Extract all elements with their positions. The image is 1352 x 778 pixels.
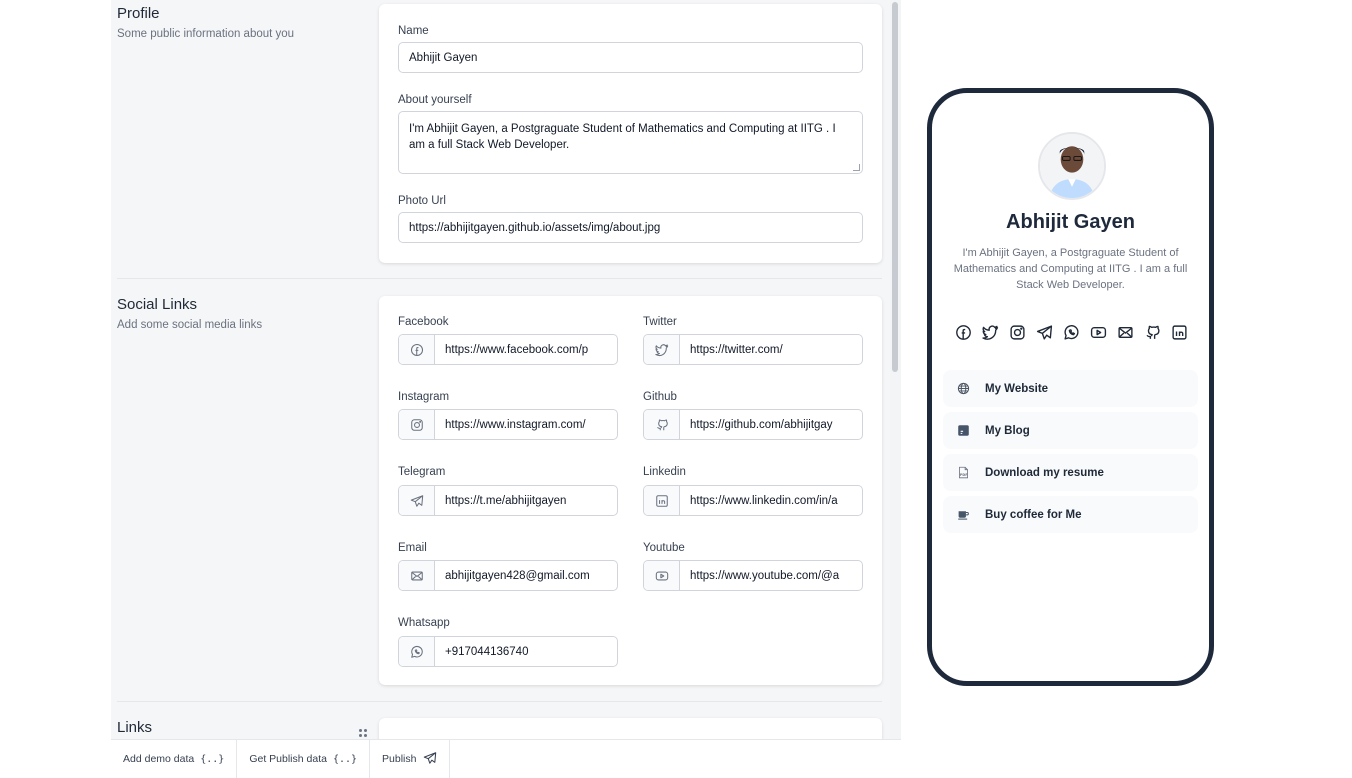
- about-label: About yourself: [398, 94, 472, 106]
- about-text: I'm Abhijit Gayen, a Postgraguate Studen…: [409, 123, 836, 151]
- github-input[interactable]: https://github.com/abhijitgay: [680, 410, 862, 439]
- phone-preview: Abhijit Gayen I'm Abhijit Gayen, a Postg…: [927, 88, 1214, 686]
- publish-button[interactable]: Publish: [370, 740, 450, 778]
- whatsapp-field[interactable]: +917044136740: [398, 636, 618, 667]
- preview-link-coffee[interactable]: Buy coffee for Me: [943, 496, 1198, 533]
- publish-label: Publish: [382, 753, 417, 765]
- profile-section-title: Profile: [117, 5, 160, 22]
- section-divider: [117, 701, 882, 702]
- profile-card: Name Abhijit Gayen About yourself I'm Ab…: [379, 4, 882, 263]
- whatsapp-icon[interactable]: [1062, 323, 1080, 341]
- twitter-field[interactable]: https://twitter.com/: [643, 334, 863, 365]
- instagram-field[interactable]: https://www.instagram.com/: [398, 409, 618, 440]
- photo-url-input[interactable]: https://abhijitgayen.github.io/assets/im…: [398, 212, 863, 243]
- youtube-input[interactable]: https://www.youtube.com/@a: [680, 561, 862, 590]
- preview-link-website[interactable]: My Website: [943, 370, 1198, 407]
- add-demo-data-label: Add demo data: [123, 753, 195, 765]
- telegram-icon[interactable]: [1035, 323, 1053, 341]
- whatsapp-label: Whatsapp: [398, 617, 450, 629]
- email-input[interactable]: abhijitgayen428@gmail.com: [435, 561, 617, 590]
- about-textarea[interactable]: I'm Abhijit Gayen, a Postgraguate Studen…: [398, 111, 863, 174]
- instagram-icon: [399, 410, 435, 439]
- facebook-icon[interactable]: [954, 323, 972, 341]
- links-card: [379, 718, 882, 739]
- preview-link-resume[interactable]: PDF Download my resume: [943, 454, 1198, 491]
- youtube-field[interactable]: https://www.youtube.com/@a: [643, 560, 863, 591]
- links-section-title: Links: [117, 719, 153, 736]
- instagram-input[interactable]: https://www.instagram.com/: [435, 410, 617, 439]
- preview-bio: I'm Abhijit Gayen, a Postgraguate Studen…: [953, 247, 1188, 291]
- get-publish-data-button[interactable]: Get Publish data {..}: [237, 740, 371, 778]
- telegram-input[interactable]: https://t.me/abhijitgayen: [435, 486, 617, 515]
- coffee-icon: [957, 508, 970, 521]
- send-icon: [423, 751, 437, 768]
- youtube-icon[interactable]: [1089, 323, 1107, 341]
- name-input[interactable]: Abhijit Gayen: [398, 42, 863, 73]
- twitter-icon: [644, 335, 680, 364]
- linkedin-field[interactable]: https://www.linkedin.com/in/a: [643, 485, 863, 516]
- github-field[interactable]: https://github.com/abhijitgay: [643, 409, 863, 440]
- social-card: Facebook https://www.facebook.com/p Twit…: [379, 296, 882, 685]
- pdf-icon: PDF: [957, 466, 970, 479]
- avatar: [1038, 132, 1106, 200]
- blog-icon: [957, 424, 970, 437]
- linkedin-input[interactable]: https://www.linkedin.com/in/a: [680, 486, 862, 515]
- facebook-field[interactable]: https://www.facebook.com/p: [398, 334, 618, 365]
- social-section-subtitle: Add some social media links: [117, 319, 263, 331]
- profile-section-subtitle: Some public information about you: [117, 28, 295, 40]
- youtube-label: Youtube: [643, 542, 685, 554]
- telegram-icon: [399, 486, 435, 515]
- email-icon[interactable]: [1116, 323, 1134, 341]
- github-icon: [644, 410, 680, 439]
- email-icon: [399, 561, 435, 590]
- linkedin-icon: [644, 486, 680, 515]
- svg-text:PDF: PDF: [960, 473, 968, 477]
- editor-scrollbar-thumb[interactable]: [892, 2, 898, 372]
- facebook-label: Facebook: [398, 316, 449, 328]
- resize-grip-icon[interactable]: [853, 164, 860, 171]
- whatsapp-icon: [399, 637, 435, 666]
- add-demo-data-button[interactable]: Add demo data {..}: [111, 740, 238, 778]
- preview-link-label: My Blog: [985, 424, 1030, 437]
- whatsapp-input[interactable]: +917044136740: [435, 637, 617, 666]
- section-divider: [117, 278, 882, 279]
- editor-panel: Profile Some public information about yo…: [111, 0, 901, 739]
- social-section-title: Social Links: [117, 296, 198, 313]
- twitter-label: Twitter: [643, 316, 677, 328]
- github-label: Github: [643, 391, 677, 403]
- linkedin-icon[interactable]: [1170, 323, 1188, 341]
- preview-link-label: My Website: [985, 382, 1049, 395]
- braces-icon: {..}: [332, 753, 358, 765]
- name-label: Name: [398, 25, 429, 37]
- drag-handle-icon[interactable]: [358, 728, 368, 738]
- photo-url-label: Photo Url: [398, 195, 446, 207]
- globe-icon: [957, 382, 970, 395]
- twitter-input[interactable]: https://twitter.com/: [680, 335, 862, 364]
- preview-link-label: Buy coffee for Me: [985, 508, 1082, 521]
- youtube-icon: [644, 561, 680, 590]
- preview-link-blog[interactable]: My Blog: [943, 412, 1198, 449]
- facebook-input[interactable]: https://www.facebook.com/p: [435, 335, 617, 364]
- instagram-icon[interactable]: [1008, 323, 1026, 341]
- telegram-field[interactable]: https://t.me/abhijitgayen: [398, 485, 618, 516]
- twitter-icon[interactable]: [981, 323, 999, 341]
- github-icon[interactable]: [1143, 323, 1161, 341]
- email-field[interactable]: abhijitgayen428@gmail.com: [398, 560, 618, 591]
- instagram-label: Instagram: [398, 391, 450, 403]
- email-label: Email: [398, 542, 427, 554]
- facebook-icon: [399, 335, 435, 364]
- telegram-label: Telegram: [398, 466, 446, 478]
- bottom-toolbar: Add demo data {..} Get Publish data {..}…: [111, 739, 901, 778]
- preview-link-label: Download my resume: [985, 466, 1104, 479]
- linkedin-label: Linkedin: [643, 466, 686, 478]
- braces-icon: {..}: [200, 753, 225, 765]
- preview-social-icons: [954, 323, 1188, 341]
- preview-name: Abhijit Gayen: [1006, 211, 1135, 233]
- get-publish-data-label: Get Publish data: [249, 753, 327, 765]
